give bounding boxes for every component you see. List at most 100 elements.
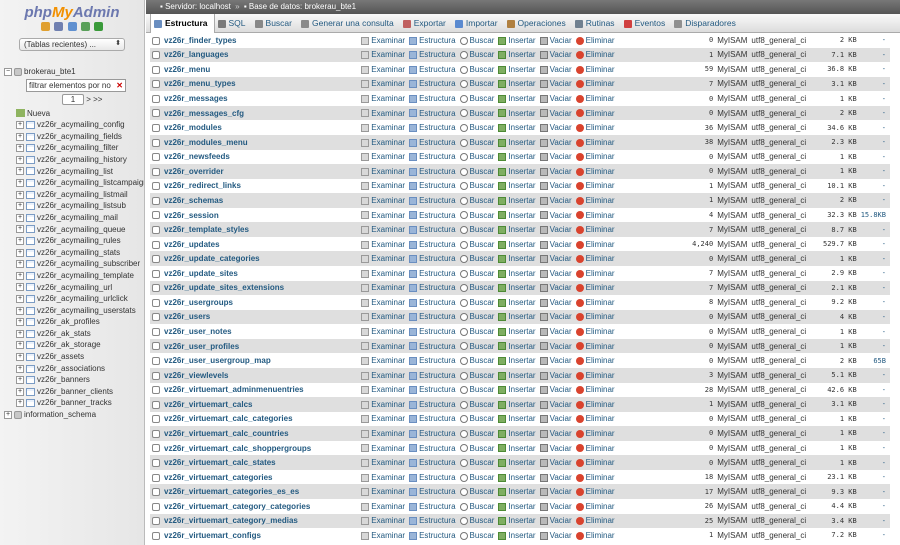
- row-checkbox[interactable]: [152, 153, 160, 162]
- empty-action[interactable]: Vaciar: [539, 283, 572, 292]
- insert-action[interactable]: Insertar: [498, 298, 536, 307]
- browse-action[interactable]: Examinar: [361, 429, 405, 438]
- row-checkbox[interactable]: [152, 458, 160, 467]
- drop-action[interactable]: Eliminar: [575, 36, 615, 45]
- search-action[interactable]: Buscar: [459, 531, 494, 540]
- search-action[interactable]: Buscar: [459, 298, 494, 307]
- tree-table-item[interactable]: + vz26r_acymailing_stats: [16, 247, 144, 259]
- tree-table-item[interactable]: + vz26r_acymailing_userstats: [16, 305, 144, 317]
- browse-action[interactable]: Examinar: [361, 79, 405, 88]
- tree-table-item[interactable]: + vz26r_associations: [16, 363, 144, 375]
- empty-action[interactable]: Vaciar: [539, 94, 572, 103]
- empty-action[interactable]: Vaciar: [539, 138, 572, 147]
- empty-action[interactable]: Vaciar: [539, 225, 572, 234]
- empty-action[interactable]: Vaciar: [539, 502, 572, 511]
- expand-icon[interactable]: +: [16, 306, 24, 315]
- table-name-link[interactable]: vz26r_virtuemart_calc_shoppergroups: [162, 441, 359, 456]
- tab-sql[interactable]: SQL: [215, 14, 252, 33]
- search-action[interactable]: Buscar: [459, 50, 494, 59]
- empty-action[interactable]: Vaciar: [539, 50, 572, 59]
- tree-db-item[interactable]: − brokerau_bte1: [4, 66, 144, 78]
- tree-table-item[interactable]: + vz26r_acymailing_listcampaign: [16, 177, 144, 189]
- tab-query[interactable]: Generar una consulta: [298, 14, 400, 33]
- expand-icon[interactable]: +: [16, 167, 24, 176]
- tree-table-item[interactable]: + vz26r_acymailing_template: [16, 270, 144, 282]
- expand-icon[interactable]: +: [16, 202, 24, 211]
- insert-action[interactable]: Insertar: [498, 254, 536, 263]
- table-name-link[interactable]: vz26r_virtuemart_category_categories: [162, 499, 359, 514]
- tree-table-item[interactable]: + vz26r_assets: [16, 351, 144, 363]
- table-name-link[interactable]: vz26r_languages: [162, 48, 359, 63]
- table-name-link[interactable]: vz26r_newsfeeds: [162, 150, 359, 165]
- tab-events[interactable]: Eventos: [621, 14, 672, 33]
- browse-action[interactable]: Examinar: [361, 123, 405, 132]
- drop-action[interactable]: Eliminar: [575, 123, 615, 132]
- browse-action[interactable]: Examinar: [361, 444, 405, 453]
- expand-icon[interactable]: +: [16, 225, 24, 234]
- drop-action[interactable]: Eliminar: [575, 94, 615, 103]
- table-name-link[interactable]: vz26r_user_profiles: [162, 339, 359, 354]
- structure-action[interactable]: Estructura: [409, 50, 456, 59]
- insert-action[interactable]: Insertar: [498, 36, 536, 45]
- row-checkbox[interactable]: [152, 80, 160, 89]
- empty-action[interactable]: Vaciar: [539, 356, 572, 365]
- row-checkbox[interactable]: [152, 255, 160, 264]
- row-checkbox[interactable]: [152, 429, 160, 438]
- expand-icon[interactable]: +: [16, 190, 24, 199]
- table-name-link[interactable]: vz26r_messages: [162, 91, 359, 106]
- table-name-link[interactable]: vz26r_menu: [162, 62, 359, 77]
- row-checkbox[interactable]: [152, 473, 160, 482]
- row-checkbox[interactable]: [152, 65, 160, 74]
- tree-db-item[interactable]: + information_schema: [4, 409, 144, 421]
- drop-action[interactable]: Eliminar: [575, 240, 615, 249]
- structure-action[interactable]: Estructura: [409, 342, 456, 351]
- drop-action[interactable]: Eliminar: [575, 181, 615, 190]
- empty-action[interactable]: Vaciar: [539, 327, 572, 336]
- insert-action[interactable]: Insertar: [498, 167, 536, 176]
- insert-action[interactable]: Insertar: [498, 225, 536, 234]
- structure-action[interactable]: Estructura: [409, 400, 456, 409]
- insert-action[interactable]: Insertar: [498, 65, 536, 74]
- insert-action[interactable]: Insertar: [498, 240, 536, 249]
- browse-action[interactable]: Examinar: [361, 109, 405, 118]
- structure-action[interactable]: Estructura: [409, 531, 456, 540]
- drop-action[interactable]: Eliminar: [575, 414, 615, 423]
- search-action[interactable]: Buscar: [459, 181, 494, 190]
- structure-action[interactable]: Estructura: [409, 473, 456, 482]
- table-name-link[interactable]: vz26r_modules: [162, 120, 359, 135]
- drop-action[interactable]: Eliminar: [575, 152, 615, 161]
- row-checkbox[interactable]: [152, 51, 160, 60]
- drop-action[interactable]: Eliminar: [575, 79, 615, 88]
- search-action[interactable]: Buscar: [459, 65, 494, 74]
- drop-action[interactable]: Eliminar: [575, 356, 615, 365]
- tree-table-item[interactable]: + vz26r_acymailing_filter: [16, 142, 144, 154]
- row-checkbox[interactable]: [152, 240, 160, 249]
- structure-action[interactable]: Estructura: [409, 225, 456, 234]
- browse-action[interactable]: Examinar: [361, 342, 405, 351]
- search-action[interactable]: Buscar: [459, 385, 494, 394]
- tree-table-item[interactable]: + vz26r_acymailing_history: [16, 154, 144, 166]
- empty-action[interactable]: Vaciar: [539, 181, 572, 190]
- empty-action[interactable]: Vaciar: [539, 298, 572, 307]
- browse-action[interactable]: Examinar: [361, 181, 405, 190]
- browse-action[interactable]: Examinar: [361, 211, 405, 220]
- empty-action[interactable]: Vaciar: [539, 36, 572, 45]
- empty-action[interactable]: Vaciar: [539, 516, 572, 525]
- table-name-link[interactable]: vz26r_virtuemart_calc_categories: [162, 412, 359, 427]
- tree-table-item[interactable]: + vz26r_acymailing_list: [16, 166, 144, 178]
- browse-action[interactable]: Examinar: [361, 196, 405, 205]
- table-name-link[interactable]: vz26r_virtuemart_adminmenuentries: [162, 383, 359, 398]
- search-action[interactable]: Buscar: [459, 152, 494, 161]
- browse-action[interactable]: Examinar: [361, 269, 405, 278]
- expand-icon[interactable]: +: [16, 121, 24, 130]
- empty-action[interactable]: Vaciar: [539, 473, 572, 482]
- browse-action[interactable]: Examinar: [361, 487, 405, 496]
- drop-action[interactable]: Eliminar: [575, 138, 615, 147]
- structure-action[interactable]: Estructura: [409, 458, 456, 467]
- empty-action[interactable]: Vaciar: [539, 385, 572, 394]
- browse-action[interactable]: Examinar: [361, 385, 405, 394]
- table-name-link[interactable]: vz26r_update_sites: [162, 266, 359, 281]
- breadcrumb-server[interactable]: Servidor: localhost: [165, 2, 231, 11]
- tree-table-item[interactable]: + vz26r_ak_storage: [16, 339, 144, 351]
- empty-action[interactable]: Vaciar: [539, 79, 572, 88]
